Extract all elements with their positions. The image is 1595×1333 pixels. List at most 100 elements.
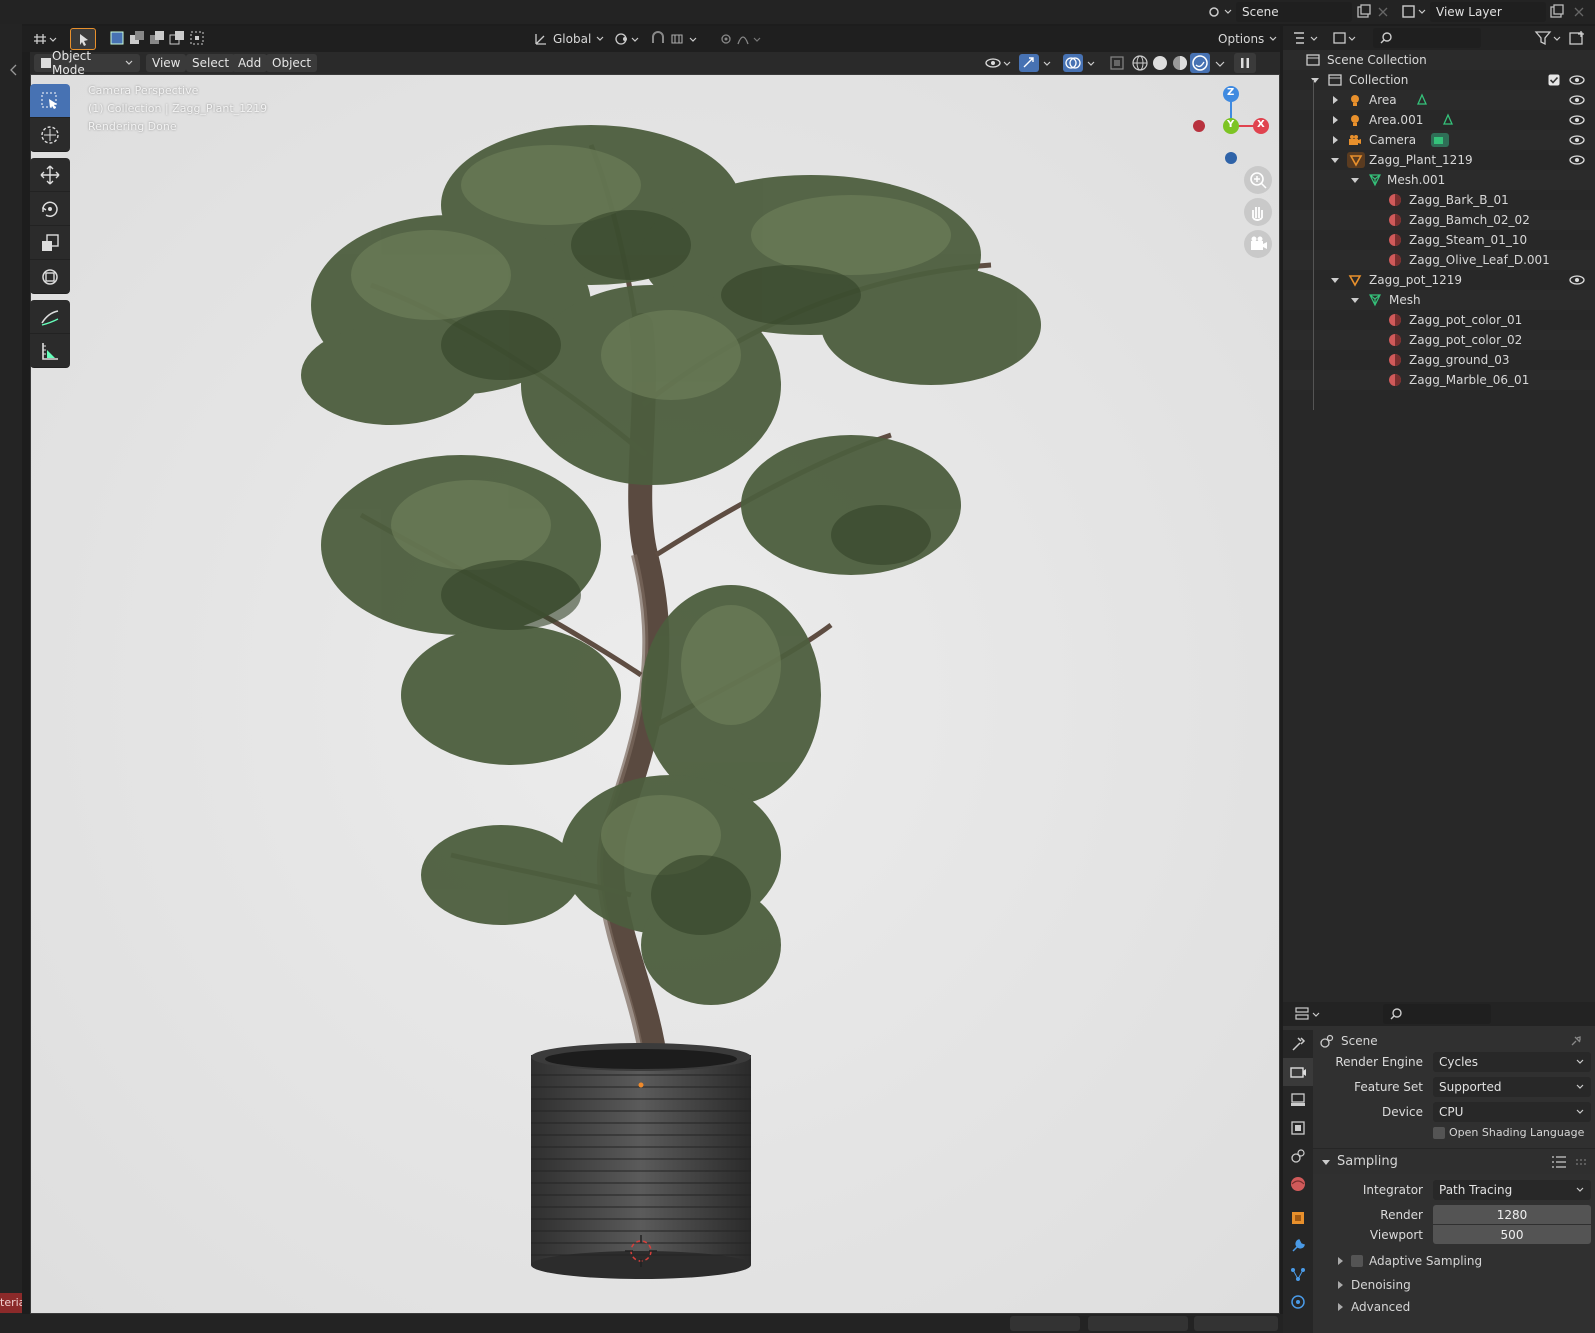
scene-selector-icon[interactable] [1205, 2, 1233, 22]
particles-tab[interactable] [1283, 1260, 1313, 1288]
render-engine-dropdown[interactable]: Cycles [1433, 1052, 1591, 1072]
outliner-search-input[interactable] [1373, 28, 1481, 48]
visibility-dropdown-icon[interactable] [982, 53, 1016, 73]
outliner-row-area[interactable]: Area [1283, 90, 1595, 110]
navigation-gizmo[interactable]: Z Y X [1185, 80, 1277, 172]
options-dropdown[interactable]: Options [1212, 29, 1277, 49]
cursor-tool[interactable] [30, 118, 70, 152]
outliner-row-area-001[interactable]: Area.001 [1283, 110, 1595, 130]
properties-editor-type-icon[interactable] [1293, 1004, 1327, 1024]
view-layer-tab[interactable] [1283, 1114, 1313, 1142]
rotate-tool[interactable] [30, 192, 70, 226]
rendered-shading-icon[interactable] [1190, 53, 1210, 73]
eye-icon[interactable] [1569, 154, 1585, 166]
outliner-row-mesh-001[interactable]: Mesh.001 [1283, 170, 1595, 190]
select-box-tool[interactable] [30, 84, 70, 118]
world-tab[interactable] [1283, 1170, 1313, 1198]
solid-shading-icon[interactable] [1150, 53, 1170, 73]
render-tab[interactable] [1283, 1058, 1313, 1086]
outliner-row-material[interactable]: Zagg_pot_color_01 [1283, 310, 1595, 330]
expand-down-icon[interactable] [1349, 295, 1361, 305]
select-invert-icon[interactable] [168, 29, 186, 47]
new-scene-icon[interactable] [1355, 3, 1373, 21]
outliner-row-mesh[interactable]: Mesh [1283, 290, 1595, 310]
outliner-row-material[interactable]: Zagg_pot_color_02 [1283, 330, 1595, 350]
material-preview-icon[interactable] [1170, 53, 1190, 73]
expand-down-icon[interactable] [1349, 175, 1361, 185]
expand-down-icon[interactable] [1309, 75, 1321, 85]
close-view-layer-icon[interactable] [1570, 3, 1588, 21]
eye-icon[interactable] [1569, 134, 1585, 146]
feature-set-dropdown[interactable]: Supported [1433, 1077, 1591, 1097]
checkbox-icon[interactable] [1548, 74, 1560, 86]
outliner-row-material[interactable]: Zagg_Olive_Leaf_D.001 [1283, 250, 1595, 270]
view-layer-field[interactable]: View Layer [1430, 2, 1546, 22]
outliner-row-material[interactable]: Zagg_Bamch_02_02 [1283, 210, 1595, 230]
xray-toggle-icon[interactable] [1108, 53, 1126, 73]
proportional-editing-icon[interactable] [718, 29, 768, 49]
filter-icon[interactable] [1533, 28, 1563, 48]
pause-render-icon[interactable] [1234, 53, 1256, 73]
select-intersect-icon[interactable] [188, 29, 206, 47]
object-tab[interactable] [1283, 1204, 1313, 1232]
collapse-arrow-icon[interactable] [6, 62, 20, 78]
move-tool[interactable] [30, 158, 70, 192]
transform-tool[interactable] [30, 260, 70, 294]
select-new-icon[interactable] [108, 29, 126, 47]
shading-options-icon[interactable] [1212, 53, 1228, 73]
object-mode-dropdown[interactable]: Object Mode [34, 49, 140, 77]
adaptive-sampling-subpanel[interactable]: Adaptive Sampling [1335, 1254, 1482, 1268]
expand-right-icon[interactable] [1329, 135, 1341, 145]
outliner-row-material[interactable]: Zagg_Bark_B_01 [1283, 190, 1595, 210]
drag-handle-icon[interactable] [1575, 1157, 1587, 1167]
object-menu[interactable]: Object [266, 54, 318, 72]
gizmo-toggle-icon[interactable] [1018, 53, 1060, 73]
output-tab[interactable] [1283, 1086, 1313, 1114]
eye-icon[interactable] [1569, 114, 1585, 126]
expand-down-icon[interactable] [1329, 155, 1341, 165]
presets-icon[interactable] [1551, 1155, 1567, 1169]
integrator-dropdown[interactable]: Path Tracing [1433, 1180, 1591, 1200]
sampling-panel-header[interactable]: Sampling [1313, 1148, 1595, 1174]
outliner-row-material[interactable]: Zagg_ground_03 [1283, 350, 1595, 370]
expand-right-icon[interactable] [1329, 115, 1341, 125]
pan-view-icon[interactable] [1244, 198, 1272, 226]
expand-down-icon[interactable] [1329, 275, 1341, 285]
tool-tab[interactable] [1283, 1030, 1313, 1058]
camera-view-icon[interactable] [1244, 230, 1272, 258]
outliner-row-collection[interactable]: Collection [1283, 70, 1595, 90]
device-dropdown[interactable]: CPU [1433, 1102, 1591, 1122]
editor-type-icon[interactable] [30, 29, 60, 49]
overlays-toggle-icon[interactable] [1062, 53, 1104, 73]
outliner-row-plant[interactable]: Zagg_Plant_1219 [1283, 150, 1595, 170]
new-collection-icon[interactable] [1567, 28, 1589, 48]
eye-icon[interactable] [1569, 74, 1585, 86]
snapping-icon[interactable] [648, 29, 708, 49]
scene-tab[interactable] [1283, 1142, 1313, 1170]
outliner-row-material[interactable]: Zagg_Marble_06_01 [1283, 370, 1595, 390]
wireframe-shading-icon[interactable] [1130, 53, 1150, 73]
zoom-view-icon[interactable] [1244, 166, 1272, 194]
end-frame-field[interactable] [1194, 1316, 1278, 1331]
denoising-subpanel[interactable]: Denoising [1335, 1278, 1411, 1292]
expand-right-icon[interactable] [1329, 95, 1341, 105]
select-extend-icon[interactable] [128, 29, 146, 47]
render-samples-field[interactable]: 1280 [1433, 1205, 1591, 1224]
view-layer-selector-icon[interactable] [1400, 2, 1428, 22]
select-menu[interactable]: Select [186, 54, 236, 72]
osl-row[interactable]: Open Shading Language [1433, 1126, 1584, 1139]
scale-tool[interactable] [30, 226, 70, 260]
view-menu[interactable]: View [146, 54, 187, 72]
outliner-row-material[interactable]: Zagg_Steam_01_10 [1283, 230, 1595, 250]
modifiers-tab[interactable] [1283, 1232, 1313, 1260]
start-frame-field[interactable] [1088, 1316, 1188, 1331]
select-tool-icon[interactable] [70, 28, 96, 50]
frame-field[interactable] [1010, 1316, 1080, 1331]
side-tab[interactable]: teria [0, 1293, 22, 1313]
eye-icon[interactable] [1569, 94, 1585, 106]
viewport-samples-field[interactable]: 500 [1433, 1225, 1591, 1244]
outliner-row-pot[interactable]: Zagg_pot_1219 [1283, 270, 1595, 290]
new-view-layer-icon[interactable] [1548, 3, 1566, 21]
filter-view-icon[interactable] [1331, 28, 1361, 48]
transform-orientation-dropdown[interactable]: Global [527, 29, 607, 49]
